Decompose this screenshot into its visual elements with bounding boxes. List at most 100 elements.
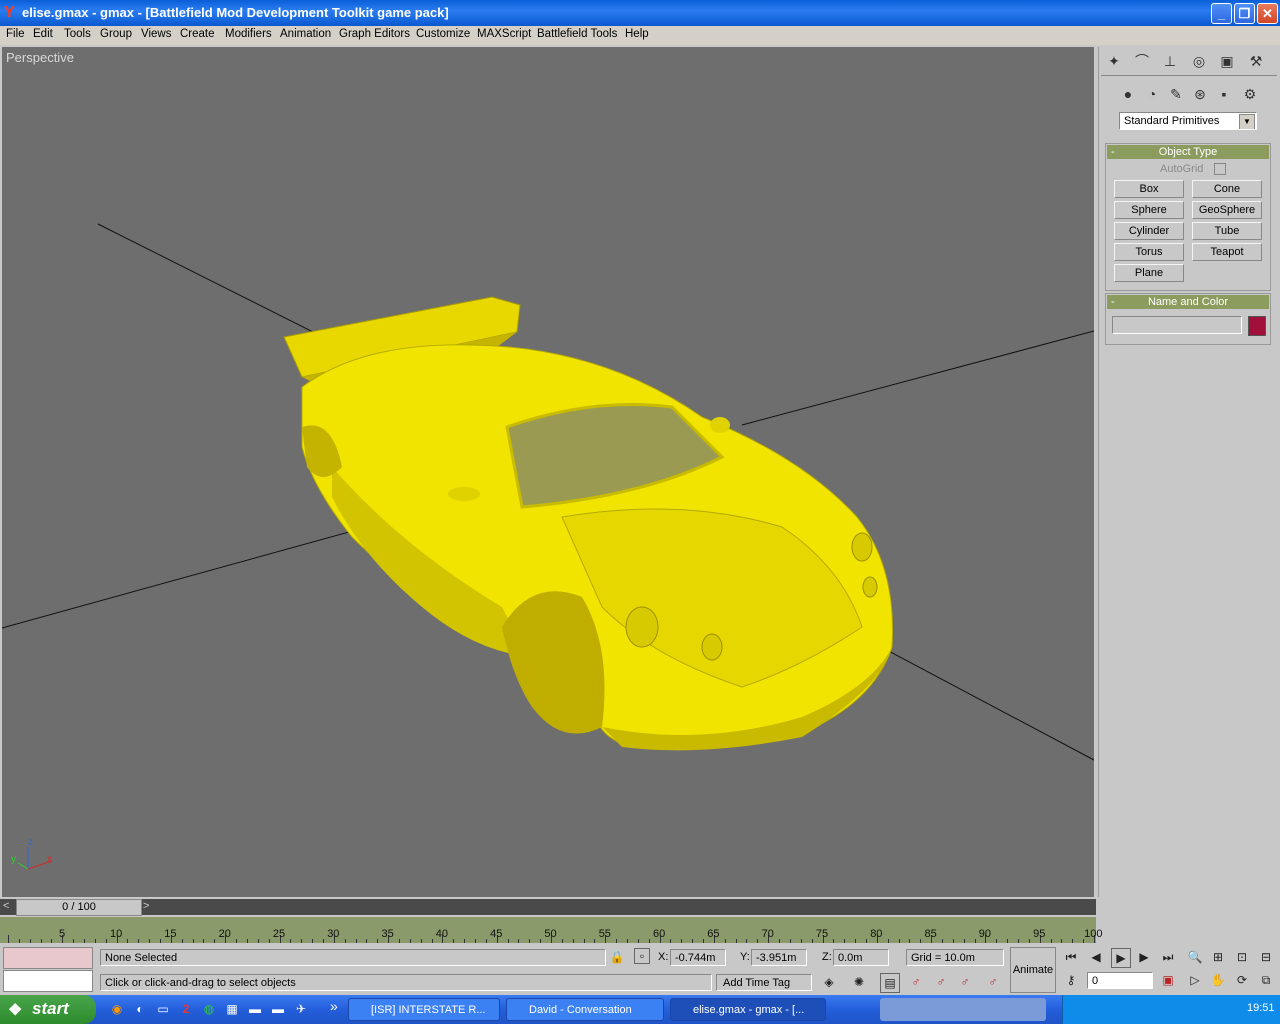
chevron-down-icon[interactable]: ▼ [1239, 114, 1255, 129]
menu-views[interactable]: Views [141, 28, 171, 40]
add-time-tag-button[interactable]: Add Time Tag [716, 974, 812, 991]
autogrid-checkbox[interactable] [1214, 163, 1226, 175]
next-frame-icon[interactable]: ▶ [1135, 948, 1153, 966]
tube-button[interactable]: Tube [1192, 222, 1262, 240]
prev-frame-icon[interactable]: ◀ [1087, 948, 1105, 966]
media-controls[interactable] [880, 998, 1046, 1021]
zoom-extents-all-icon[interactable]: ⊟ [1257, 948, 1275, 966]
named-selection-icon[interactable]: ♂ [932, 973, 950, 991]
menu-modifiers[interactable]: Modifiers [225, 28, 272, 40]
menu-tools[interactable]: Tools [64, 28, 91, 40]
perspective-viewport[interactable]: Perspective z y x [2, 47, 1094, 897]
box-button[interactable]: Box [1114, 180, 1184, 198]
quicklaunch-plane-icon[interactable]: ✈ [292, 1000, 310, 1018]
task-gmax[interactable]: elise.gmax - gmax - [... [670, 998, 826, 1021]
quicklaunch-globe-icon[interactable]: ◍ [200, 1000, 218, 1018]
y-coord-field[interactable]: -3.951m [751, 949, 807, 966]
plane-button[interactable]: Plane [1114, 264, 1184, 282]
clock[interactable]: 19:51 [1247, 1002, 1275, 1014]
display-tab-icon[interactable]: ▣ [1216, 50, 1238, 72]
motion-tab-icon[interactable]: ◎ [1188, 50, 1210, 72]
desktop-icon[interactable]: ▭ [154, 1000, 172, 1018]
lights-icon[interactable]: ✎ [1165, 83, 1187, 105]
maxscript-listener-pink[interactable] [3, 947, 93, 969]
menu-graph-editors[interactable]: Graph Editors [339, 28, 410, 40]
key-mode-icon[interactable]: ⚷ [1062, 971, 1080, 989]
cameras-icon[interactable]: ⊛ [1189, 83, 1211, 105]
time-slider-thumb[interactable]: 0 / 100 [16, 899, 142, 916]
menu-animation[interactable]: Animation [280, 28, 331, 40]
collapse-icon[interactable]: - [1111, 145, 1115, 159]
field-of-view-icon[interactable]: ▷ [1186, 971, 1204, 989]
shapes-icon[interactable]: ◔ [1141, 83, 1163, 105]
cylinder-button[interactable]: Cylinder [1114, 222, 1184, 240]
helpers-icon[interactable]: ▪ [1213, 83, 1235, 105]
current-frame-field[interactable]: 0 [1087, 972, 1153, 989]
hierarchy-tab-icon[interactable]: ⊥ [1159, 50, 1181, 72]
minimize-button[interactable]: _ [1211, 3, 1232, 24]
spinner-snap-icon[interactable]: ♂ [907, 973, 925, 991]
object-name-field[interactable] [1112, 316, 1242, 334]
snap-toggle-icon[interactable]: ◈ [820, 973, 838, 991]
arc-rotate-icon[interactable]: ⟳ [1233, 971, 1251, 989]
zoom-extents-icon[interactable]: ⊡ [1233, 948, 1251, 966]
menu-battlefield-tools[interactable]: Battlefield Tools [537, 28, 617, 40]
percent-snap-icon[interactable]: ▤ [880, 973, 900, 993]
title-bar[interactable]: Y elise.gmax - gmax - [Battlefield Mod D… [0, 0, 1280, 26]
start-button[interactable]: ❖ start [0, 995, 96, 1024]
torus-button[interactable]: Torus [1114, 243, 1184, 261]
x-coord-field[interactable]: -0.744m [670, 949, 726, 966]
geosphere-button[interactable]: GeoSphere [1192, 201, 1262, 219]
play-icon[interactable]: ▶ [1111, 948, 1131, 968]
time-slider[interactable]: < 0 / 100 > [0, 899, 1096, 916]
maximize-button[interactable]: ❐ [1234, 3, 1255, 24]
sphere-button[interactable]: Sphere [1114, 201, 1184, 219]
firefox-icon[interactable]: ◉ [108, 1000, 126, 1018]
quicklaunch-app-icon[interactable]: ▦ [223, 1000, 241, 1018]
object-color-swatch[interactable] [1248, 316, 1266, 336]
align-icon[interactable]: ♂ [984, 973, 1002, 991]
quicklaunch-window2-icon[interactable]: ▬ [269, 1000, 287, 1018]
menu-file[interactable]: File [6, 28, 25, 40]
collapse-icon[interactable]: - [1111, 295, 1115, 309]
quicklaunch-2-icon[interactable]: 2 [177, 1000, 195, 1018]
menu-group[interactable]: Group [100, 28, 132, 40]
teapot-button[interactable]: Teapot [1192, 243, 1262, 261]
time-prev-button[interactable]: < [3, 900, 9, 912]
lock-selection-icon[interactable]: 🔒 [608, 948, 626, 966]
menu-help[interactable]: Help [625, 28, 649, 40]
menu-create[interactable]: Create [180, 28, 215, 40]
task-messenger[interactable]: David - Conversation [506, 998, 664, 1021]
goto-end-icon[interactable]: ⏭ [1159, 948, 1177, 966]
primitive-type-dropdown[interactable]: Standard Primitives ▼ [1119, 112, 1257, 130]
cone-button[interactable]: Cone [1192, 180, 1262, 198]
geometry-icon[interactable]: ● [1117, 83, 1139, 105]
time-config-icon[interactable]: ▣ [1159, 971, 1177, 989]
maxscript-listener-white[interactable] [3, 970, 93, 992]
create-tab-icon[interactable]: ✦ [1103, 50, 1125, 72]
time-next-button[interactable]: > [143, 900, 149, 912]
close-button[interactable]: ✕ [1257, 3, 1278, 24]
menu-maxscript[interactable]: MAXScript [477, 28, 531, 40]
modify-tab-icon[interactable]: ⌒ [1131, 50, 1153, 72]
media-player-icon[interactable]: ◐ [131, 1000, 149, 1018]
pan-icon[interactable]: ✋ [1209, 971, 1227, 989]
task-firefox[interactable]: [ISR] INTERSTATE R... [348, 998, 500, 1021]
zoom-all-icon[interactable]: ⊞ [1209, 948, 1227, 966]
name-color-header[interactable]: - Name and Color [1107, 295, 1269, 309]
quicklaunch-overflow-icon[interactable]: » [330, 998, 338, 1014]
goto-start-icon[interactable]: ⏮ [1062, 948, 1080, 966]
zoom-icon[interactable]: 🔍 [1186, 948, 1204, 966]
quicklaunch-window-icon[interactable]: ▬ [246, 1000, 264, 1018]
menu-customize[interactable]: Customize [416, 28, 470, 40]
systems-icon[interactable]: ⚙ [1239, 83, 1261, 105]
object-type-header[interactable]: - Object Type [1107, 145, 1269, 159]
mirror-icon[interactable]: ♂ [956, 973, 974, 991]
z-coord-field[interactable]: 0.0m [833, 949, 889, 966]
track-bar[interactable]: 5 10 15 20 25 30 35 40 45 50 55 60 65 70 75 80 85 90 95 100 [0, 917, 1102, 943]
maximize-viewport-icon[interactable]: ⧉ [1257, 971, 1275, 989]
angle-snap-icon[interactable]: ✺ [850, 973, 868, 991]
menu-edit[interactable]: Edit [33, 28, 53, 40]
absolute-mode-icon[interactable]: ▫ [634, 948, 650, 964]
utilities-tab-icon[interactable]: ⚒ [1245, 50, 1267, 72]
